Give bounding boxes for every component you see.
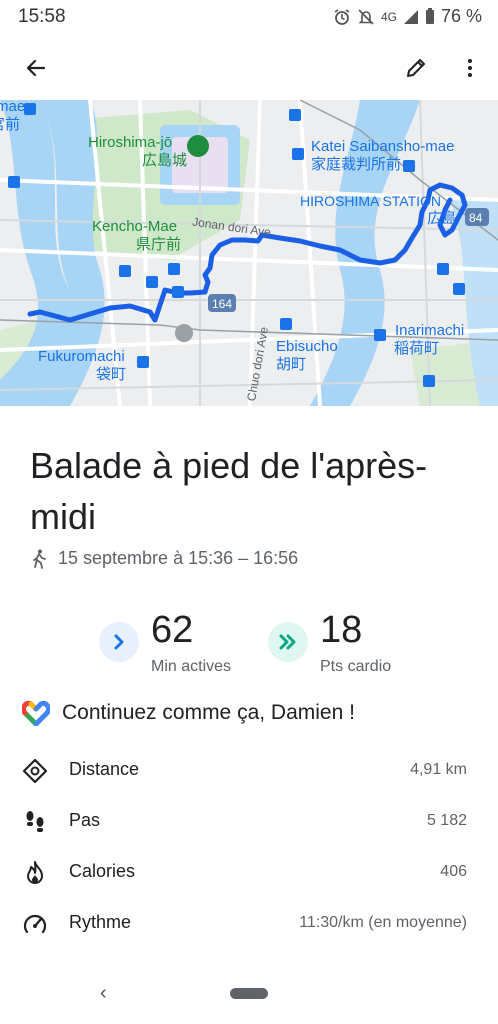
- activity-date: 15 septembre à 15:36 – 16:56: [58, 548, 299, 568]
- stat-row-distance: Distance 4,91 km: [0, 745, 498, 795]
- map-label-katei-jp: 家庭裁判所前: [311, 156, 402, 173]
- map-label-kencho: Kencho-Mae: [92, 218, 178, 235]
- mute-bell-icon: [358, 8, 374, 25]
- network-type: 4G: [380, 9, 397, 24]
- map-label-kencho-jp: 県庁前: [136, 236, 182, 253]
- speedometer-icon: [23, 914, 47, 934]
- chevron-right-icon: [114, 634, 124, 650]
- stat-label-steps: Pas: [69, 810, 101, 830]
- encouragement-message: Continuez comme ça, Damien !: [22, 700, 355, 726]
- goal-active-minutes-label: Min actives: [151, 658, 232, 675]
- goal-cardio-points-label: Pts cardio: [320, 658, 392, 675]
- map-label-station-jp: 広島: [427, 210, 458, 227]
- goal-active-minutes-badge: [99, 622, 139, 662]
- map-label-ebisucho-jp: 胡町: [276, 356, 307, 373]
- stat-label-calories: Calories: [69, 861, 136, 881]
- battery-icon: [425, 8, 434, 24]
- map-label-hiroshima-jo-jp: 広島城: [142, 152, 188, 169]
- stat-label-distance: Distance: [69, 759, 140, 779]
- stat-value-distance: 4,91 km: [410, 761, 467, 778]
- goal-active-minutes: 62 Min actives: [99, 610, 231, 676]
- stat-row-pace: Rythme 11:30/km (en moyenne): [0, 898, 498, 948]
- goal-cardio-points-value: 18: [320, 609, 363, 651]
- map-label-route-164: 164: [212, 297, 233, 311]
- activity-title: Balade à pied de l'après-midi: [30, 445, 428, 537]
- stat-row-calories: Calories 406: [0, 847, 498, 897]
- goal-cardio-points-badge: [268, 622, 308, 662]
- edit-button[interactable]: [396, 48, 436, 88]
- nav-back-button[interactable]: ‹: [100, 982, 107, 1005]
- pencil-icon: [407, 59, 425, 77]
- goal-cardio-points: 18 Pts cardio: [268, 610, 391, 676]
- map-label-inarimachi: Inarimachi: [395, 322, 465, 339]
- double-chevron-right-icon: [279, 634, 296, 650]
- google-fit-heart-icon: [22, 700, 50, 726]
- map-label-fukuromachi: Fukuromachi: [38, 348, 125, 365]
- footsteps-icon: [26, 811, 44, 832]
- stat-value-steps: 5 182: [426, 812, 467, 829]
- stat-value-pace: 11:30/km (en moyenne): [299, 914, 467, 931]
- status-time: 15:58: [18, 6, 66, 27]
- system-nav-bar: ‹: [0, 966, 498, 1024]
- map-label-fukuromachi-jp: 袋町: [96, 366, 127, 383]
- goal-active-minutes-value: 62: [151, 609, 194, 651]
- map-label-inarimachi-jp: 稲荷町: [394, 340, 440, 357]
- map-label-station: HIROSHIMA STATION: [300, 193, 442, 209]
- map-label-katei: Katei Saibansho-mae: [311, 138, 455, 155]
- stat-label-pace: Rythme: [69, 912, 132, 932]
- alarm-icon: [334, 8, 350, 25]
- walking-icon: [33, 549, 46, 569]
- route-map[interactable]: mae 宮前 Hiroshima-jō 広島城 Katei Saibansho-…: [0, 100, 498, 406]
- signal-icon: [403, 9, 418, 24]
- distance-icon: [22, 758, 48, 784]
- stat-value-calories: 406: [440, 863, 467, 880]
- status-bar: 15:58 4G 76 %: [0, 0, 498, 34]
- battery-level: 76 %: [440, 6, 482, 26]
- map-label-hiroshima-jo: Hiroshima-jō: [88, 134, 173, 151]
- activity-date-row: 15 septembre à 15:36 – 16:56: [30, 548, 298, 569]
- back-button[interactable]: [16, 48, 56, 88]
- flame-icon: [27, 861, 43, 884]
- map-label-ebisucho: Ebisucho: [276, 338, 338, 355]
- top-app-bar: [0, 34, 498, 100]
- map-label-edge: mae: [0, 100, 26, 115]
- map-label-route-84: 84: [469, 211, 483, 225]
- map-label-edge-jp: 宮前: [0, 116, 21, 133]
- status-icons: 4G 76 %: [333, 6, 482, 27]
- nav-home-pill[interactable]: [230, 988, 268, 999]
- more-vert-icon: [468, 59, 472, 77]
- arrow-left-icon: [26, 59, 46, 77]
- encouragement-text: Continuez comme ça, Damien !: [62, 701, 355, 724]
- stat-row-steps: Pas 5 182: [0, 796, 498, 846]
- more-options-button[interactable]: [450, 48, 490, 88]
